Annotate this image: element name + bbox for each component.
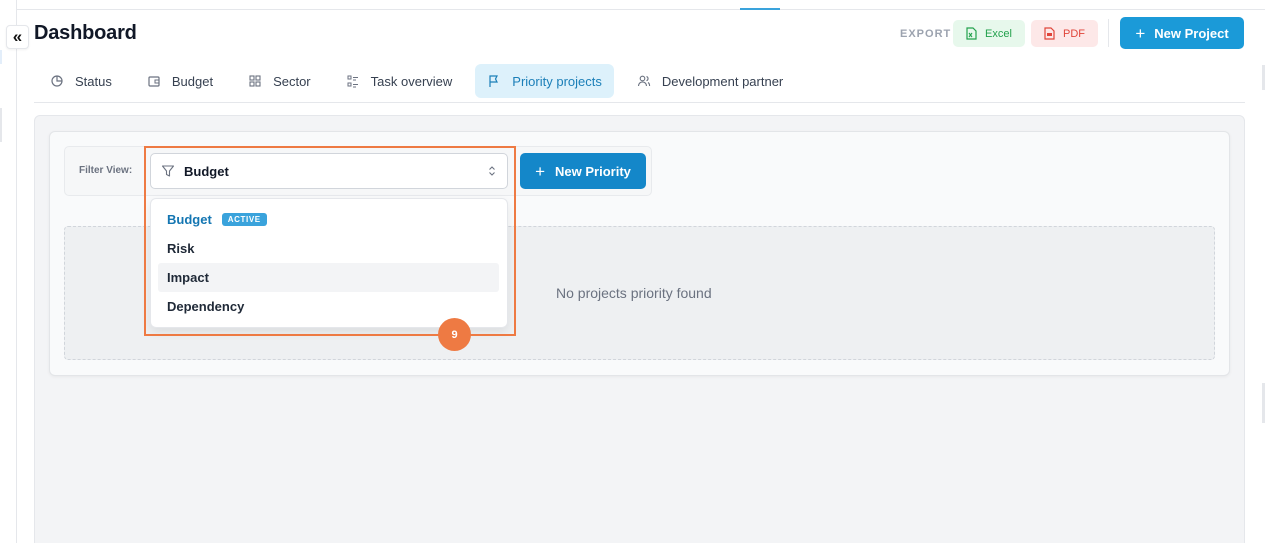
tab-label: Task overview bbox=[370, 73, 453, 89]
new-project-label: New Project bbox=[1154, 25, 1229, 41]
grid-icon bbox=[249, 75, 261, 87]
top-border bbox=[17, 9, 1265, 10]
tab-status[interactable]: Status bbox=[38, 64, 124, 98]
left-edge-marker bbox=[0, 108, 2, 142]
users-icon bbox=[637, 75, 651, 87]
new-priority-button[interactable]: + New Priority bbox=[520, 153, 646, 189]
list-icon bbox=[347, 75, 358, 88]
pdf-file-icon bbox=[1044, 27, 1055, 40]
tab-label: Priority projects bbox=[512, 73, 602, 89]
pie-chart-icon bbox=[51, 75, 63, 87]
filter-label: Filter View: bbox=[79, 165, 133, 176]
export-label: EXPORT bbox=[900, 28, 952, 40]
tab-development-partner[interactable]: Development partner bbox=[625, 64, 795, 98]
page-title: Dashboard bbox=[34, 22, 137, 44]
new-project-button[interactable]: + New Project bbox=[1120, 17, 1244, 49]
double-chevron-left-icon: « bbox=[12, 27, 23, 46]
wallet-icon bbox=[148, 76, 160, 87]
tab-label: Budget bbox=[171, 73, 214, 89]
left-edge-marker bbox=[0, 50, 2, 64]
tab-sector[interactable]: Sector bbox=[236, 64, 323, 98]
tabs-divider bbox=[34, 102, 1245, 103]
header-divider bbox=[1108, 19, 1109, 47]
empty-state-text: No projects priority found bbox=[556, 285, 712, 301]
tab-label: Development partner bbox=[661, 73, 784, 89]
export-pdf-button[interactable]: PDF bbox=[1031, 20, 1098, 47]
new-priority-label: New Priority bbox=[555, 163, 631, 179]
plus-icon: + bbox=[535, 161, 546, 181]
excel-file-icon bbox=[966, 27, 977, 40]
annotation-highlight-box bbox=[144, 146, 516, 336]
export-excel-button[interactable]: Excel bbox=[953, 20, 1025, 47]
tab-budget[interactable]: Budget bbox=[135, 64, 225, 98]
tab-label: Sector bbox=[273, 73, 311, 89]
excel-label: Excel bbox=[985, 27, 1012, 40]
top-accent bbox=[740, 8, 780, 10]
annotation-marker: 9 bbox=[438, 318, 471, 351]
tab-bar: Status Budget Sector Task overview Prior… bbox=[38, 64, 806, 98]
plus-icon: + bbox=[1135, 23, 1146, 43]
tab-task-overview[interactable]: Task overview bbox=[334, 64, 465, 98]
flag-icon bbox=[489, 75, 499, 87]
tab-priority-projects[interactable]: Priority projects bbox=[475, 64, 614, 98]
collapse-sidebar-button[interactable]: « bbox=[6, 25, 29, 49]
tab-label: Status bbox=[75, 73, 112, 89]
pdf-label: PDF bbox=[1063, 27, 1085, 40]
left-rail bbox=[0, 0, 17, 543]
